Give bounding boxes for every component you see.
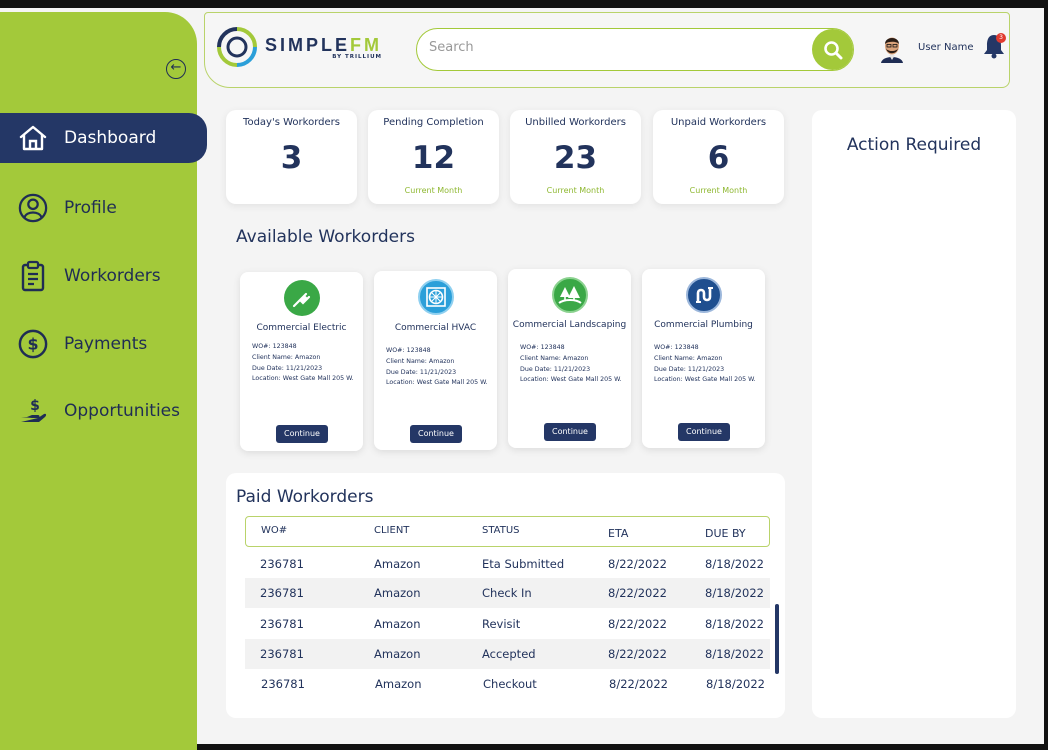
search-bar	[416, 28, 854, 71]
trees-icon	[552, 277, 588, 313]
user-name[interactable]: User Name	[918, 42, 973, 53]
user-circle-icon	[18, 193, 48, 223]
workorder-card-hvac: Commercial HVAC WO#: 123848 Client Name:…	[374, 271, 497, 450]
continue-button[interactable]: Continue	[544, 423, 596, 441]
table-row[interactable]: 236781 Amazon Check In 8/22/2022 8/18/20…	[245, 578, 770, 608]
column-header-eta[interactable]: ETA	[608, 527, 628, 540]
sidebar-item-opportunities[interactable]: $ Opportunities	[0, 386, 207, 436]
dollar-circle-icon: $	[18, 329, 48, 359]
action-required-title: Action Required	[846, 135, 982, 155]
svg-text:$: $	[30, 398, 40, 414]
pipe-icon	[686, 277, 722, 313]
stat-title: Unpaid Workorders	[670, 117, 767, 128]
plug-icon	[284, 280, 320, 316]
table-header: WO# CLIENT STATUS ETA DUE BY	[245, 516, 770, 547]
workorder-card-title: Commercial Plumbing	[654, 320, 753, 330]
stat-card-todays-workorders[interactable]: Today's Workorders 3	[226, 110, 357, 204]
collapse-sidebar-icon[interactable]: ←	[166, 59, 186, 79]
paid-workorders-title: Paid Workorders	[236, 487, 374, 507]
workorder-card-plumbing: Commercial Plumbing WO#: 123848 Client N…	[642, 269, 765, 448]
sidebar-item-label: Payments	[64, 334, 148, 354]
workorder-card-title: Commercial HVAC	[394, 323, 477, 333]
table-row[interactable]: 236781 Amazon Checkout 8/22/2022 8/18/20…	[245, 669, 770, 699]
hand-dollar-icon: $	[18, 396, 48, 426]
continue-button[interactable]: Continue	[410, 425, 462, 443]
table-scrollbar[interactable]	[775, 604, 779, 674]
available-workorders-title: Available Workorders	[236, 227, 415, 247]
fan-icon	[418, 279, 454, 315]
home-icon	[18, 123, 48, 153]
avatar[interactable]	[879, 33, 905, 63]
stat-subtitle: Current Month	[546, 186, 605, 195]
continue-button[interactable]: Continue	[276, 425, 328, 443]
stat-title: Today's Workorders	[243, 117, 340, 128]
workorder-card-details: WO#: 123848 Client Name: Amazon Due Date…	[252, 343, 354, 382]
column-header-due-by[interactable]: DUE BY	[705, 527, 746, 540]
paid-workorders-panel: Paid Workorders WO# CLIENT STATUS ETA DU…	[226, 473, 785, 718]
workorder-card-details: WO#: 123848 Client Name: Amazon Due Date…	[654, 344, 756, 383]
logo-ring-icon	[217, 27, 257, 67]
search-icon	[823, 40, 842, 59]
column-header-wo[interactable]: WO#	[261, 525, 287, 536]
sidebar-item-profile[interactable]: Profile	[0, 183, 207, 233]
stat-value: 6	[707, 140, 730, 176]
table-row[interactable]: 236781 Amazon Eta Submitted 8/22/2022 8/…	[245, 549, 770, 579]
continue-button[interactable]: Continue	[678, 423, 730, 441]
workorder-card-electric: Commercial Electric WO#: 123848 Client N…	[240, 272, 363, 451]
clipboard-icon	[18, 260, 48, 292]
search-input[interactable]	[429, 40, 799, 55]
search-button[interactable]	[812, 29, 853, 70]
top-header: SIMPLEFM BY TRILLIUM User Name 3	[204, 12, 1010, 88]
stat-value: 12	[411, 140, 456, 176]
stat-subtitle: Current Month	[689, 186, 748, 195]
sidebar-item-payments[interactable]: $ Payments	[0, 319, 207, 369]
simplefm-logo[interactable]: SIMPLEFM BY TRILLIUM	[215, 25, 382, 69]
stat-value: 23	[553, 140, 598, 176]
workorder-card-details: WO#: 123848 Client Name: Amazon Due Date…	[386, 347, 488, 386]
sidebar-item-label: Dashboard	[64, 128, 157, 148]
workorder-card-landscaping: Commercial Landscaping WO#: 123848 Clien…	[508, 269, 631, 448]
notification-badge: 3	[996, 33, 1006, 43]
stat-card-unpaid-workorders[interactable]: Unpaid Workorders 6 Current Month	[653, 110, 784, 204]
sidebar-item-label: Opportunities	[64, 401, 180, 421]
sidebar-item-dashboard[interactable]: Dashboard	[0, 113, 207, 163]
sidebar-item-label: Profile	[64, 198, 117, 218]
logo-wordmark: SIMPLEFM	[265, 34, 383, 55]
workorder-card-details: WO#: 123848 Client Name: Amazon Due Date…	[520, 344, 622, 383]
workorder-card-title: Commercial Electric	[256, 323, 347, 333]
stat-card-unbilled-workorders[interactable]: Unbilled Workorders 23 Current Month	[510, 110, 641, 204]
stat-title: Unbilled Workorders	[525, 117, 626, 128]
column-header-status[interactable]: STATUS	[482, 525, 520, 536]
sidebar-item-label: Workorders	[64, 266, 161, 286]
table-row[interactable]: 236781 Amazon Accepted 8/22/2022 8/18/20…	[245, 639, 770, 669]
sidebar-item-workorders[interactable]: Workorders	[0, 251, 207, 301]
stat-title: Pending Completion	[383, 117, 484, 128]
stat-card-pending-completion[interactable]: Pending Completion 12 Current Month	[368, 110, 499, 204]
stat-value: 3	[280, 140, 303, 176]
action-required-panel: Action Required	[812, 110, 1016, 718]
workorder-card-title: Commercial Landscaping	[512, 320, 627, 330]
stat-subtitle: Current Month	[404, 186, 463, 195]
column-header-client[interactable]: CLIENT	[374, 525, 409, 536]
svg-text:$: $	[27, 335, 38, 354]
table-row[interactable]: 236781 Amazon Revisit 8/22/2022 8/18/202…	[245, 609, 770, 639]
